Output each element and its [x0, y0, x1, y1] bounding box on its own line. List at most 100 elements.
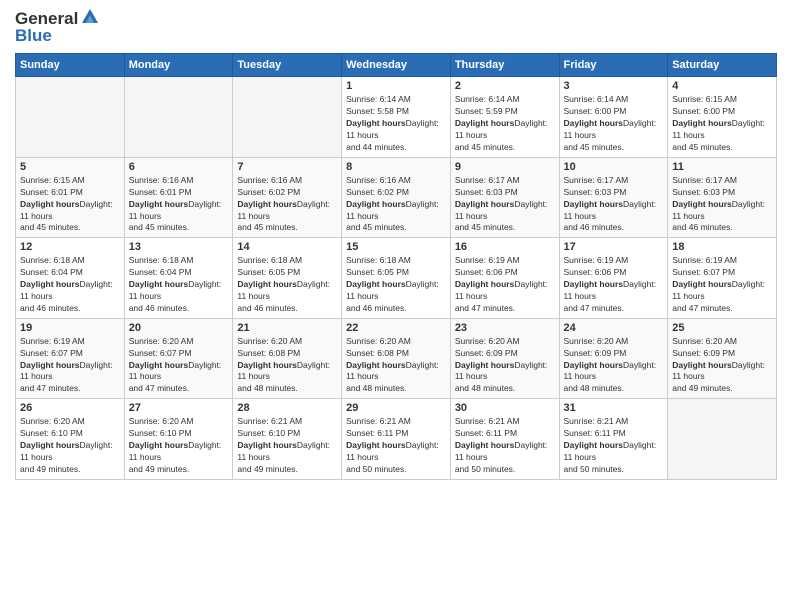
day-number: 3 [564, 80, 664, 92]
logo-icon [80, 7, 100, 27]
day-info: Sunrise: 6:18 AMSunset: 6:04 PMDaylight … [20, 255, 120, 314]
day-number: 24 [564, 322, 664, 334]
day-cell: 26Sunrise: 6:20 AMSunset: 6:10 PMDayligh… [16, 399, 125, 479]
day-cell: 1 Sunrise: 6:14 AMSunset: 5:58 PMDaylight… [342, 77, 451, 157]
calendar-table: SundayMondayTuesdayWednesdayThursdayFrid… [15, 53, 777, 479]
day-cell: 9 Sunrise: 6:17 AMSunset: 6:03 PMDaylight… [450, 157, 559, 237]
day-number: 6 [129, 161, 229, 173]
day-info: Sunrise: 6:21 AMSunset: 6:11 PMDaylight … [564, 416, 664, 475]
day-info: Sunrise: 6:14 AMSunset: 5:58 PMDaylight … [346, 94, 446, 153]
day-info: Sunrise: 6:20 AMSunset: 6:09 PMDaylight … [455, 336, 555, 395]
day-info: Sunrise: 6:20 AMSunset: 6:07 PMDaylight … [129, 336, 229, 395]
day-cell: 2 Sunrise: 6:14 AMSunset: 5:59 PMDaylight… [450, 77, 559, 157]
day-number: 9 [455, 161, 555, 173]
week-row-2: 5Sunrise: 6:15 AMSunset: 6:01 PMDaylight… [16, 157, 777, 237]
day-number: 4 [672, 80, 772, 92]
day-number: 13 [129, 241, 229, 253]
day-cell: 4Sunrise: 6:15 AMSunset: 6:00 PMDaylight… [668, 77, 777, 157]
day-number: 16 [455, 241, 555, 253]
day-info: Sunrise: 6:19 AMSunset: 6:07 PMDaylight … [672, 255, 772, 314]
day-cell [668, 399, 777, 479]
day-cell: 19 Sunrise: 6:19 AMSunset: 6:07 PMDayligh… [16, 318, 125, 398]
day-number: 18 [672, 241, 772, 253]
day-number: 26 [20, 402, 120, 414]
day-number: 17 [564, 241, 664, 253]
weekday-header-thursday: Thursday [450, 54, 559, 77]
day-info: Sunrise: 6:18 AMSunset: 6:05 PMDaylight … [346, 255, 446, 314]
day-number: 30 [455, 402, 555, 414]
day-number: 15 [346, 241, 446, 253]
day-number: 8 [346, 161, 446, 173]
logo: General Blue [15, 10, 100, 45]
day-cell: 3 Sunrise: 6:14 AMSunset: 6:00 PMDaylight… [559, 77, 668, 157]
day-cell: 15 Sunrise: 6:18 AMSunset: 6:05 PMDayligh… [342, 238, 451, 318]
day-number: 25 [672, 322, 772, 334]
logo-blue: Blue [15, 27, 52, 46]
day-cell: 14Sunrise: 6:18 AMSunset: 6:05 PMDayligh… [233, 238, 342, 318]
day-number: 21 [237, 322, 337, 334]
day-info: Sunrise: 6:21 AMSunset: 6:11 PMDaylight … [346, 416, 446, 475]
day-number: 28 [237, 402, 337, 414]
week-row-4: 19 Sunrise: 6:19 AMSunset: 6:07 PMDayligh… [16, 318, 777, 398]
weekday-header-wednesday: Wednesday [342, 54, 451, 77]
day-cell: 28 Sunrise: 6:21 AMSunset: 6:10 PMDayligh… [233, 399, 342, 479]
day-number: 29 [346, 402, 446, 414]
day-cell [233, 77, 342, 157]
day-number: 22 [346, 322, 446, 334]
week-row-1: 1 Sunrise: 6:14 AMSunset: 5:58 PMDaylight… [16, 77, 777, 157]
day-number: 1 [346, 80, 446, 92]
weekday-header-tuesday: Tuesday [233, 54, 342, 77]
day-info: Sunrise: 6:20 AMSunset: 6:10 PMDaylight … [129, 416, 229, 475]
day-info: Sunrise: 6:14 AMSunset: 5:59 PMDaylight … [455, 94, 555, 153]
day-info: Sunrise: 6:20 AMSunset: 6:08 PMDaylight … [237, 336, 337, 395]
day-info: Sunrise: 6:17 AMSunset: 6:03 PMDaylight … [672, 175, 772, 234]
day-cell: 27 Sunrise: 6:20 AMSunset: 6:10 PMDayligh… [124, 399, 233, 479]
day-number: 2 [455, 80, 555, 92]
day-cell: 30 Sunrise: 6:21 AMSunset: 6:11 PMDayligh… [450, 399, 559, 479]
day-cell: 8Sunrise: 6:16 AMSunset: 6:02 PMDaylight… [342, 157, 451, 237]
day-cell: 23 Sunrise: 6:20 AMSunset: 6:09 PMDayligh… [450, 318, 559, 398]
day-info: Sunrise: 6:17 AMSunset: 6:03 PMDaylight … [564, 175, 664, 234]
day-cell: 20Sunrise: 6:20 AMSunset: 6:07 PMDayligh… [124, 318, 233, 398]
day-number: 23 [455, 322, 555, 334]
weekday-header-monday: Monday [124, 54, 233, 77]
week-row-3: 12 Sunrise: 6:18 AMSunset: 6:04 PMDayligh… [16, 238, 777, 318]
weekday-row: SundayMondayTuesdayWednesdayThursdayFrid… [16, 54, 777, 77]
day-info: Sunrise: 6:16 AMSunset: 6:01 PMDaylight … [129, 175, 229, 234]
day-info: Sunrise: 6:15 AMSunset: 6:01 PMDaylight … [20, 175, 120, 234]
day-info: Sunrise: 6:14 AMSunset: 6:00 PMDaylight … [564, 94, 664, 153]
calendar-header: SundayMondayTuesdayWednesdayThursdayFrid… [16, 54, 777, 77]
day-number: 7 [237, 161, 337, 173]
weekday-header-saturday: Saturday [668, 54, 777, 77]
day-cell: 21 Sunrise: 6:20 AMSunset: 6:08 PMDayligh… [233, 318, 342, 398]
day-cell: 17 Sunrise: 6:19 AMSunset: 6:06 PMDayligh… [559, 238, 668, 318]
day-cell: 7 Sunrise: 6:16 AMSunset: 6:02 PMDaylight… [233, 157, 342, 237]
day-cell: 24Sunrise: 6:20 AMSunset: 6:09 PMDayligh… [559, 318, 668, 398]
day-number: 19 [20, 322, 120, 334]
day-info: Sunrise: 6:18 AMSunset: 6:04 PMDaylight … [129, 255, 229, 314]
day-cell: 6 Sunrise: 6:16 AMSunset: 6:01 PMDaylight… [124, 157, 233, 237]
day-cell: 10 Sunrise: 6:17 AMSunset: 6:03 PMDayligh… [559, 157, 668, 237]
weekday-header-sunday: Sunday [16, 54, 125, 77]
day-info: Sunrise: 6:21 AMSunset: 6:10 PMDaylight … [237, 416, 337, 475]
weekday-header-friday: Friday [559, 54, 668, 77]
day-number: 12 [20, 241, 120, 253]
day-number: 14 [237, 241, 337, 253]
day-info: Sunrise: 6:20 AMSunset: 6:08 PMDaylight … [346, 336, 446, 395]
day-info: Sunrise: 6:16 AMSunset: 6:02 PMDaylight … [237, 175, 337, 234]
day-number: 31 [564, 402, 664, 414]
day-info: Sunrise: 6:19 AMSunset: 6:07 PMDaylight … [20, 336, 120, 395]
day-cell: 13 Sunrise: 6:18 AMSunset: 6:04 PMDayligh… [124, 238, 233, 318]
day-info: Sunrise: 6:17 AMSunset: 6:03 PMDaylight … [455, 175, 555, 234]
day-cell: 12 Sunrise: 6:18 AMSunset: 6:04 PMDayligh… [16, 238, 125, 318]
day-info: Sunrise: 6:20 AMSunset: 6:09 PMDaylight … [672, 336, 772, 395]
day-cell: 25 Sunrise: 6:20 AMSunset: 6:09 PMDayligh… [668, 318, 777, 398]
day-cell: 18 Sunrise: 6:19 AMSunset: 6:07 PMDayligh… [668, 238, 777, 318]
day-cell: 16Sunrise: 6:19 AMSunset: 6:06 PMDayligh… [450, 238, 559, 318]
day-number: 10 [564, 161, 664, 173]
week-row-5: 26 Sunrise: 6:20 AMSunset: 6:10 PMDayligh… [16, 399, 777, 479]
day-number: 27 [129, 402, 229, 414]
day-number: 11 [672, 161, 772, 173]
day-info: Sunrise: 6:19 AMSunset: 6:06 PMDaylight … [564, 255, 664, 314]
day-info: Sunrise: 6:21 AMSunset: 6:11 PMDaylight … [455, 416, 555, 475]
